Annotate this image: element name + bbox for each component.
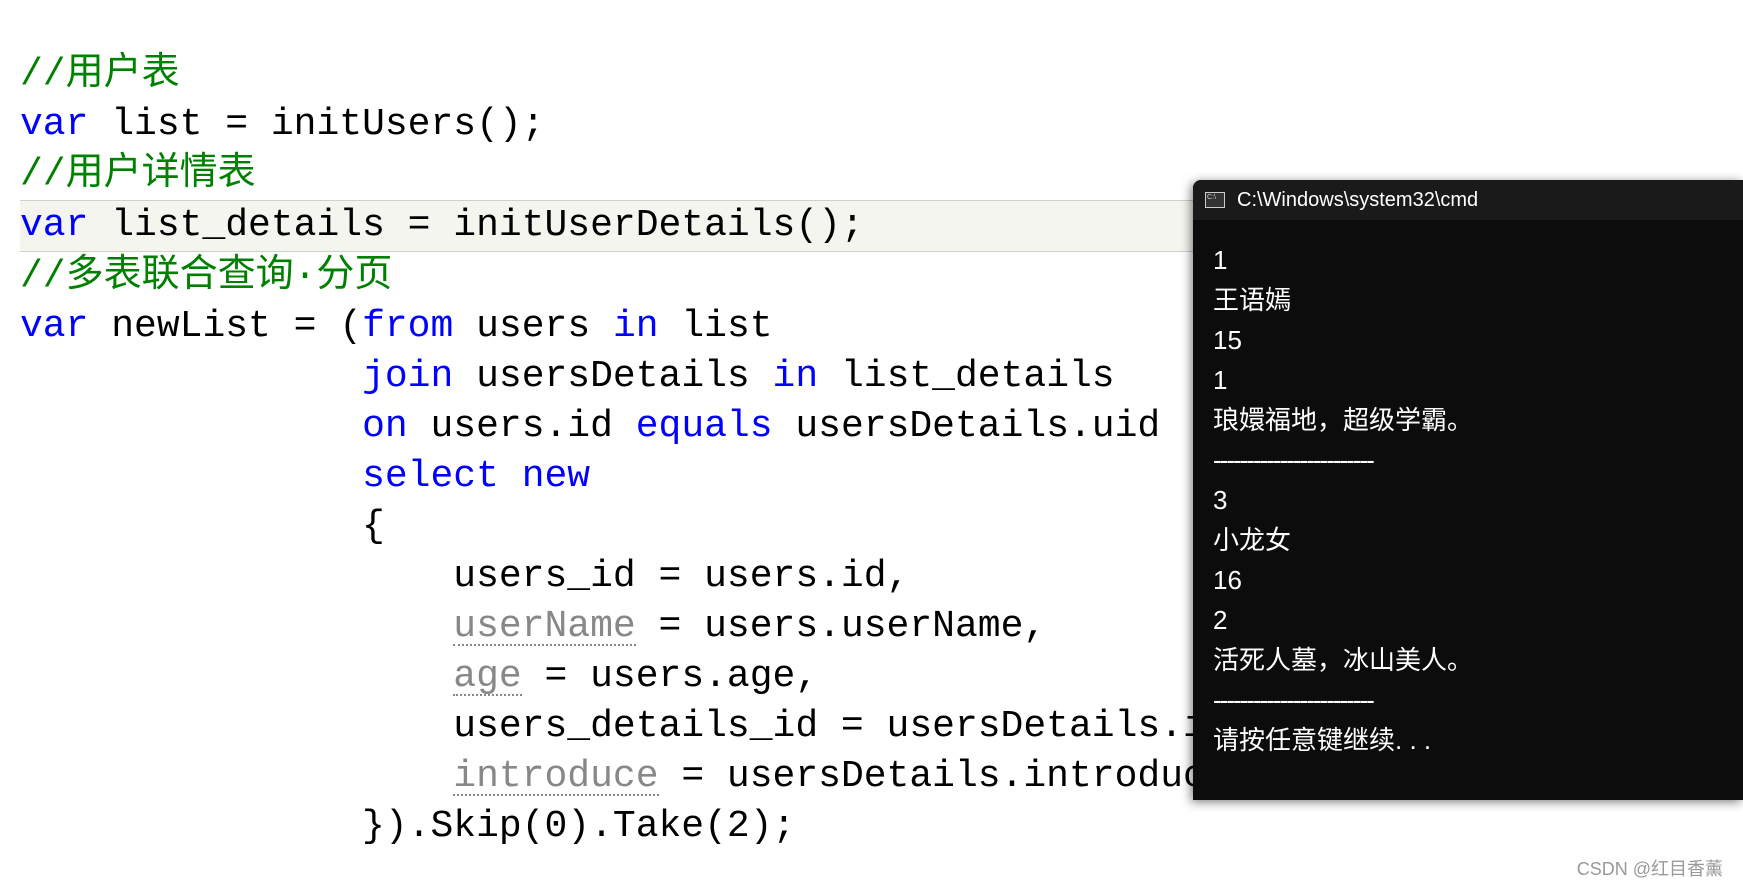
code-text: list bbox=[659, 305, 773, 348]
keyword-var: var bbox=[20, 204, 88, 247]
keyword-var: var bbox=[20, 103, 88, 146]
code-text: list = initUsers(); bbox=[88, 103, 544, 146]
keyword-in: in bbox=[613, 305, 659, 348]
keyword-select: select bbox=[362, 455, 499, 498]
code-text: list_details = initUserDetails(); bbox=[88, 204, 863, 247]
code-text: = usersDetails.introduce bbox=[659, 755, 1229, 798]
output-line: 15 bbox=[1213, 320, 1723, 360]
output-divider: ------------------------ bbox=[1213, 680, 1723, 720]
keyword-from: from bbox=[362, 305, 453, 348]
code-text: newList = ( bbox=[88, 305, 362, 348]
output-line: 琅嬛福地，超级学霸。 bbox=[1213, 400, 1723, 440]
console-titlebar[interactable]: C:\Windows\system32\cmd bbox=[1193, 180, 1743, 220]
code-text: usersDetails.uid bbox=[773, 405, 1161, 448]
code-text: = users.userName, bbox=[636, 605, 1046, 648]
keyword-equals: equals bbox=[636, 405, 773, 448]
output-line: 1 bbox=[1213, 240, 1723, 280]
output-line: 2 bbox=[1213, 600, 1723, 640]
console-output[interactable]: 1 王语嫣 15 1 琅嬛福地，超级学霸。 ------------------… bbox=[1193, 220, 1743, 780]
output-prompt: 请按任意键继续. . . bbox=[1213, 720, 1723, 760]
code-indent bbox=[20, 655, 453, 698]
code-text: users_id = users.id, bbox=[20, 555, 909, 598]
code-text: = users.age, bbox=[522, 655, 818, 698]
keyword-var: var bbox=[20, 305, 88, 348]
code-indent bbox=[20, 605, 453, 648]
unused-variable: userName bbox=[453, 610, 635, 646]
unused-variable: introduce bbox=[453, 760, 658, 796]
keyword-on: on bbox=[362, 405, 408, 448]
output-line: 小龙女 bbox=[1213, 520, 1723, 560]
console-title: C:\Windows\system32\cmd bbox=[1237, 189, 1478, 212]
code-text: }).Skip(0).Take(2); bbox=[20, 805, 795, 848]
code-text: users_details_id = usersDetails.id, bbox=[20, 705, 1251, 748]
code-indent bbox=[20, 405, 362, 448]
watermark: CSDN @红目香薰 bbox=[1577, 855, 1723, 881]
comment-line: //用户表 bbox=[20, 53, 180, 96]
keyword-new: new bbox=[522, 455, 590, 498]
keyword-join: join bbox=[362, 355, 453, 398]
code-text: usersDetails bbox=[453, 355, 772, 398]
output-line: 1 bbox=[1213, 360, 1723, 400]
code-text: users.id bbox=[408, 405, 636, 448]
cmd-icon bbox=[1205, 192, 1225, 208]
code-text: { bbox=[20, 505, 385, 548]
keyword-in: in bbox=[773, 355, 819, 398]
output-divider: ------------------------ bbox=[1213, 440, 1723, 480]
code-text: list_details bbox=[818, 355, 1114, 398]
output-line: 活死人墓，冰山美人。 bbox=[1213, 640, 1723, 680]
code-indent bbox=[20, 455, 362, 498]
output-line: 王语嫣 bbox=[1213, 280, 1723, 320]
output-line: 3 bbox=[1213, 480, 1723, 520]
code-indent bbox=[20, 355, 362, 398]
comment-line: //多表联合查询·分页 bbox=[20, 255, 392, 298]
code-indent bbox=[20, 755, 453, 798]
console-window[interactable]: C:\Windows\system32\cmd 1 王语嫣 15 1 琅嬛福地，… bbox=[1193, 180, 1743, 800]
code-text: users bbox=[453, 305, 613, 348]
unused-variable: age bbox=[453, 660, 521, 696]
output-line: 16 bbox=[1213, 560, 1723, 600]
comment-line: //用户详情表 bbox=[20, 153, 256, 196]
